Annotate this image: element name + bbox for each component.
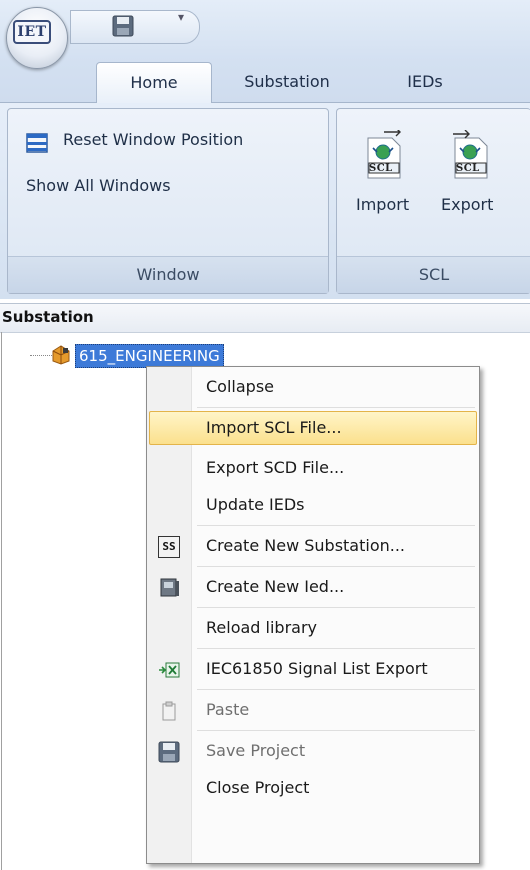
menu-item-label: Close Project — [206, 778, 310, 797]
menu-item-label: Create New Substation... — [206, 536, 406, 555]
menu-separator — [197, 648, 475, 649]
menu-separator — [197, 525, 475, 526]
menu-item-create-new-substation[interactable]: SS Create New Substation... — [147, 527, 479, 565]
substation-icon: SS — [158, 536, 180, 558]
export-label: Export — [441, 195, 494, 214]
show-all-windows-button[interactable]: Show All Windows — [26, 176, 171, 195]
menu-separator — [197, 730, 475, 731]
substation-node-icon — [52, 345, 70, 365]
import-icon-text: SCL — [369, 163, 393, 174]
menu-item-label: Create New Ied... — [206, 577, 345, 596]
menu-item-label: Reload library — [206, 618, 317, 637]
menu-item-label: Update IEDs — [206, 495, 305, 514]
tree-node-615-engineering[interactable]: 615_ENGINEERING — [75, 344, 224, 368]
menu-item-iec61850-signal-list-export[interactable]: IEC61850 Signal List Export — [147, 650, 479, 688]
excel-export-icon — [159, 662, 180, 678]
menu-item-label: Collapse — [206, 377, 274, 396]
save-icon[interactable] — [112, 15, 134, 37]
tab-substation[interactable]: Substation — [222, 62, 352, 102]
group-label-window: Window — [8, 256, 328, 293]
save-icon — [158, 741, 180, 763]
tab-ieds[interactable]: IEDs — [380, 62, 470, 102]
reset-window-position-label: Reset Window Position — [63, 130, 244, 149]
import-label: Import — [356, 195, 410, 214]
menu-item-update-ieds[interactable]: Update IEDs — [147, 486, 479, 524]
menu-item-label: Paste — [206, 700, 250, 719]
clipboard-icon — [162, 701, 176, 721]
export-button[interactable]: SCL Export — [435, 130, 513, 226]
customize-quick-access-dropdown[interactable]: ▾ — [178, 10, 184, 24]
group-label-scl: SCL — [337, 256, 530, 293]
ied-device-icon — [160, 578, 179, 597]
menu-item-reload-library[interactable]: Reload library — [147, 609, 479, 647]
tab-home[interactable]: Home — [96, 62, 212, 103]
menu-item-label: IEC61850 Signal List Export — [206, 659, 428, 678]
menu-separator — [197, 607, 475, 608]
menu-item-import-scl-file[interactable]: Import SCL File... — [147, 409, 479, 447]
menu-separator — [197, 566, 475, 567]
menu-item-close-project[interactable]: Close Project — [147, 769, 479, 807]
menu-item-save-project[interactable]: Save Project — [147, 732, 479, 770]
window-layout-icon — [26, 133, 48, 153]
menu-item-label: Export SCD File... — [206, 458, 345, 477]
app-logo[interactable]: IET — [13, 20, 51, 44]
panel-title: Substation — [2, 308, 94, 326]
menu-item-label: Save Project — [206, 741, 306, 760]
export-icon-text: SCL — [456, 163, 480, 174]
menu-item-export-scd-file[interactable]: Export SCD File... — [147, 449, 479, 487]
context-menu: Collapse Import SCL File... Export SCD F… — [146, 366, 480, 864]
menu-separator — [197, 407, 475, 408]
menu-item-paste[interactable]: Paste — [147, 691, 479, 729]
menu-item-label: Import SCL File... — [206, 418, 342, 437]
menu-item-collapse[interactable]: Collapse — [147, 368, 479, 406]
import-button[interactable]: SCL Import — [352, 130, 416, 226]
tree-connector-line — [30, 355, 52, 356]
menu-separator — [197, 689, 475, 690]
menu-item-create-new-ied[interactable]: Create New Ied... — [147, 568, 479, 606]
